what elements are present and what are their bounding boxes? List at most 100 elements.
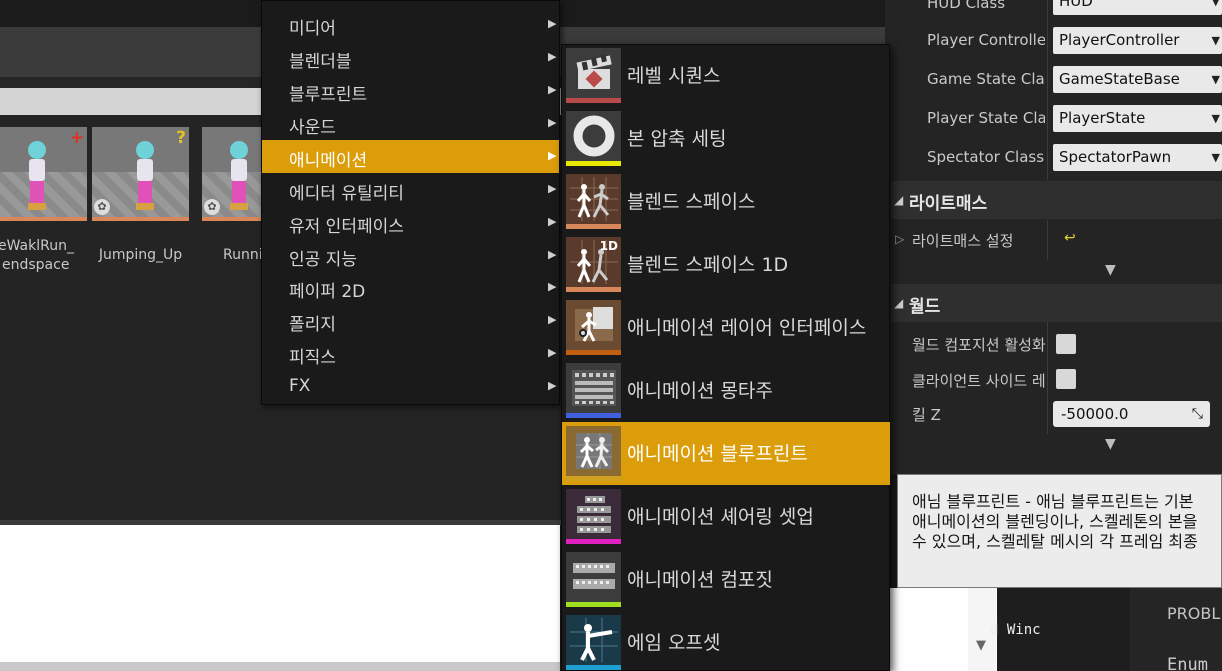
problems-tab[interactable]: PROBL — [1167, 604, 1220, 623]
asset-label-jumping-up: Jumping_Up — [98, 247, 183, 263]
submenu-item-label: 본 압축 세팅 — [627, 128, 727, 150]
hud-class-value: HUD — [1059, 0, 1093, 10]
submenu-item-animation-montage[interactable]: 애니메이션 몽타주 — [562, 359, 890, 422]
player-controller-value: PlayerController — [1059, 31, 1180, 49]
menu-item-artificial-intelligence[interactable]: 인공 지능 ▶ — [262, 239, 559, 272]
animation-asset-icon: ✿ — [94, 199, 110, 215]
game-state-class-label: Game State Clas — [927, 70, 1045, 88]
submenu-item-aim-offset[interactable]: 에임 오프셋 — [562, 611, 890, 671]
submenu-item-blend-space[interactable]: 블렌드 스페이스 — [562, 170, 890, 233]
background-window-scrollbar[interactable] — [0, 662, 560, 671]
submenu-item-label: 애니메이션 셰어링 셋업 — [627, 506, 814, 528]
spectator-class-label: Spectator Class — [927, 148, 1045, 166]
submenu-arrow-icon: ▶ — [548, 182, 557, 195]
asset-label-walkrun-line1: eWaklRun_ — [0, 238, 74, 254]
one-d-badge: 1D — [599, 239, 618, 253]
menu-item-physics[interactable]: 피직스 ▶ — [262, 337, 559, 370]
menu-item-label: 애니메이션 — [289, 151, 368, 171]
lightmass-settings-label: 라이트매스 설정 — [912, 232, 1014, 250]
asset-thumbnail-running[interactable]: ✿ — [202, 127, 262, 221]
chevron-down-icon: ▼ — [1211, 34, 1220, 47]
anim-blueprint-icon — [566, 426, 621, 481]
blendspace-icon — [566, 174, 621, 229]
world-composition-checkbox[interactable] — [1056, 334, 1076, 354]
asset-label-running: Runni — [223, 247, 263, 263]
submenu-item-blend-space-1d[interactable]: 1D 블렌드 스페이스 1D — [562, 233, 890, 296]
advanced-expand-arrow-icon[interactable]: ▼ — [1105, 262, 1116, 278]
player-controller-combo[interactable]: PlayerController ▼ — [1053, 27, 1222, 54]
submenu-item-animation-sharing-setup[interactable]: 애니메이션 셰어링 셋업 — [562, 485, 890, 548]
character-thumbnail — [132, 141, 158, 211]
submenu-arrow-icon: ▶ — [548, 17, 557, 30]
submenu-arrow-icon: ▶ — [548, 50, 557, 63]
menu-item-blendable[interactable]: 블렌더블 ▶ — [262, 41, 559, 74]
hud-class-combo[interactable]: HUD ▼ — [1053, 0, 1222, 15]
submenu-arrow-icon: ▶ — [548, 83, 557, 96]
player-state-class-combo[interactable]: PlayerState ▼ — [1053, 105, 1222, 132]
drag-resize-icon[interactable]: ⤡ — [1192, 401, 1203, 427]
chevron-down-icon[interactable]: ▼ — [976, 638, 986, 653]
chevron-down-icon: ▼ — [1211, 151, 1220, 164]
menu-item-editor-utility[interactable]: 에디터 유틸리티 ▶ — [262, 173, 559, 206]
reset-to-default-icon[interactable]: ↩ — [1064, 230, 1076, 246]
blendspace-1d-icon: 1D — [566, 237, 621, 292]
game-state-class-combo[interactable]: GameStateBase ▼ — [1053, 66, 1222, 93]
spectator-class-value: SpectatorPawn — [1059, 148, 1172, 166]
tooltip-line-3: 수 있으며, 스켈레탈 메시의 각 프레임 최종 — [912, 532, 1198, 551]
submenu-item-animation-layer-interface[interactable]: 애니메이션 레이어 인터페이스 — [562, 296, 890, 359]
clapperboard-icon — [566, 48, 621, 103]
character-thumbnail — [24, 141, 50, 211]
menu-item-label: 인공 지능 — [289, 250, 357, 270]
world-section-title: 월드 — [909, 297, 941, 317]
player-state-class-label: Player State Clas — [927, 109, 1045, 127]
new-asset-plus-icon: + — [69, 128, 84, 148]
menu-item-media[interactable]: 미디어 ▶ — [262, 8, 559, 41]
chevron-down-icon: ▼ — [1211, 73, 1220, 86]
spectator-class-combo[interactable]: SpectatorPawn ▼ — [1053, 144, 1222, 171]
asset-thumbnail-jumping-up[interactable]: ? ✿ — [92, 127, 189, 221]
kill-z-input[interactable]: -50000.0 ⤡ — [1053, 401, 1210, 427]
menu-item-sound[interactable]: 사운드 ▶ — [262, 107, 559, 140]
chevron-down-icon: ▼ — [1211, 0, 1220, 8]
menu-item-label: 미디어 — [289, 19, 336, 39]
client-side-checkbox[interactable] — [1056, 369, 1076, 389]
collapse-triangle-icon[interactable]: ◢ — [894, 296, 903, 310]
world-composition-label: 월드 컴포지션 활성화 — [912, 336, 1046, 354]
submenu-item-label: 레벨 시퀀스 — [627, 65, 721, 87]
menu-item-paper-2d[interactable]: 페이퍼 2D ▶ — [262, 271, 559, 304]
submenu-item-label: 블렌드 스페이스 — [627, 191, 756, 213]
collapse-triangle-icon[interactable]: ◢ — [894, 193, 903, 207]
expand-triangle-icon[interactable]: ▷ — [895, 232, 904, 246]
submenu-item-label: 에임 오프셋 — [627, 632, 721, 654]
menu-item-animation[interactable]: 애니메이션 ▶ — [262, 140, 559, 173]
advanced-expand-arrow-icon[interactable]: ▼ — [1105, 436, 1116, 452]
menu-item-label: 피직스 — [289, 348, 336, 368]
chevron-down-icon: ▼ — [1211, 112, 1220, 125]
menu-item-label: 페이퍼 2D — [289, 282, 366, 302]
menu-item-foliage[interactable]: 폴리지 ▶ — [262, 304, 559, 337]
submenu-item-label: 애니메이션 블루프린트 — [627, 443, 808, 465]
game-state-class-value: GameStateBase — [1059, 70, 1180, 88]
submenu-arrow-icon: ▶ — [548, 149, 557, 162]
submenu-item-bone-compression-settings[interactable]: 본 압축 세팅 — [562, 107, 890, 170]
column-divider — [1047, 0, 1048, 180]
menu-item-label: 블루프린트 — [289, 85, 368, 105]
submenu-item-level-sequence[interactable]: 레벨 시퀀스 — [562, 44, 890, 107]
asset-label-walkrun-line2: endspace — [2, 257, 70, 273]
sharing-setup-icon — [566, 489, 621, 544]
submenu-item-animation-composite[interactable]: 애니메이션 컴포짓 — [562, 548, 890, 611]
menu-item-label: 에디터 유틸리티 — [289, 184, 404, 204]
menu-item-user-interface[interactable]: 유저 인터페이스 ▶ — [262, 206, 559, 239]
submenu-arrow-icon: ▶ — [548, 116, 557, 129]
player-controller-label: Player Controller — [927, 31, 1045, 49]
background-window — [0, 525, 560, 662]
world-section-header[interactable] — [891, 284, 1222, 322]
hud-class-label: HUD Class — [927, 0, 1006, 12]
submenu-arrow-icon: ▶ — [548, 313, 557, 326]
code-fragment: d Winc — [990, 622, 1041, 638]
submenu-item-animation-blueprint[interactable]: 애니메이션 블루프린트 — [562, 422, 890, 485]
menu-item-blueprint[interactable]: 블루프린트 ▶ — [262, 74, 559, 107]
menu-item-fx[interactable]: FX ▶ — [262, 370, 559, 403]
asset-thumbnail-walkrun-blendspace[interactable]: + — [0, 127, 87, 221]
submenu-item-label: 애니메이션 컴포짓 — [627, 569, 773, 591]
